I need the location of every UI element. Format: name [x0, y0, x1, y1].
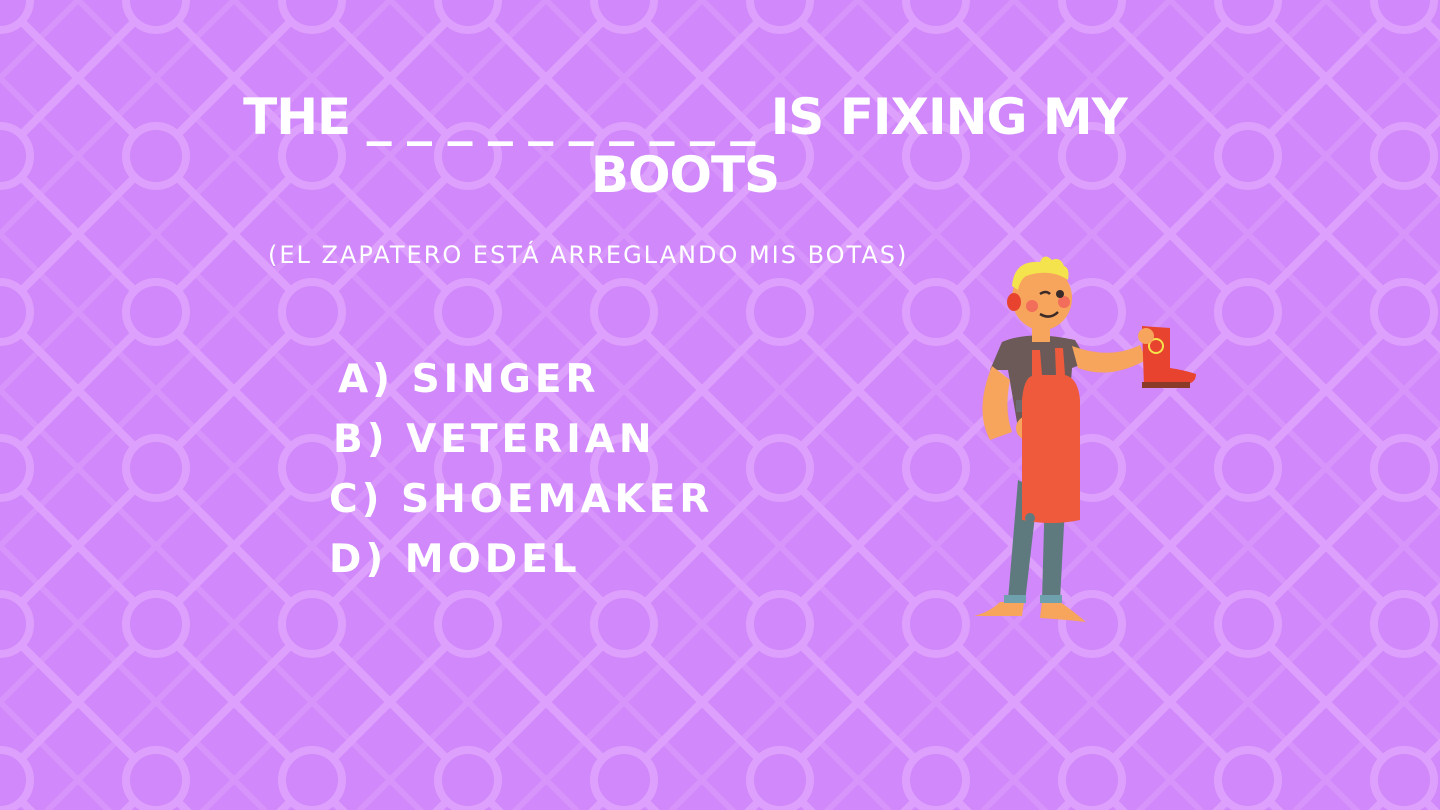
question-text: THE _ _ _ _ _ _ _ _ _ _ IS FIXING MY BOO…	[243, 88, 1128, 204]
translation-text: (EL ZAPATERO ESTÁ ARREGLANDO MIS BOTAS)	[268, 241, 909, 269]
option-d[interactable]: D) MODEL	[329, 537, 581, 582]
shoemaker-illustration-icon	[974, 256, 1196, 622]
option-b[interactable]: B) VETERIAN	[333, 417, 656, 462]
option-a[interactable]: A) SINGER	[338, 357, 600, 402]
option-c[interactable]: C) SHOEMAKER	[329, 477, 713, 522]
